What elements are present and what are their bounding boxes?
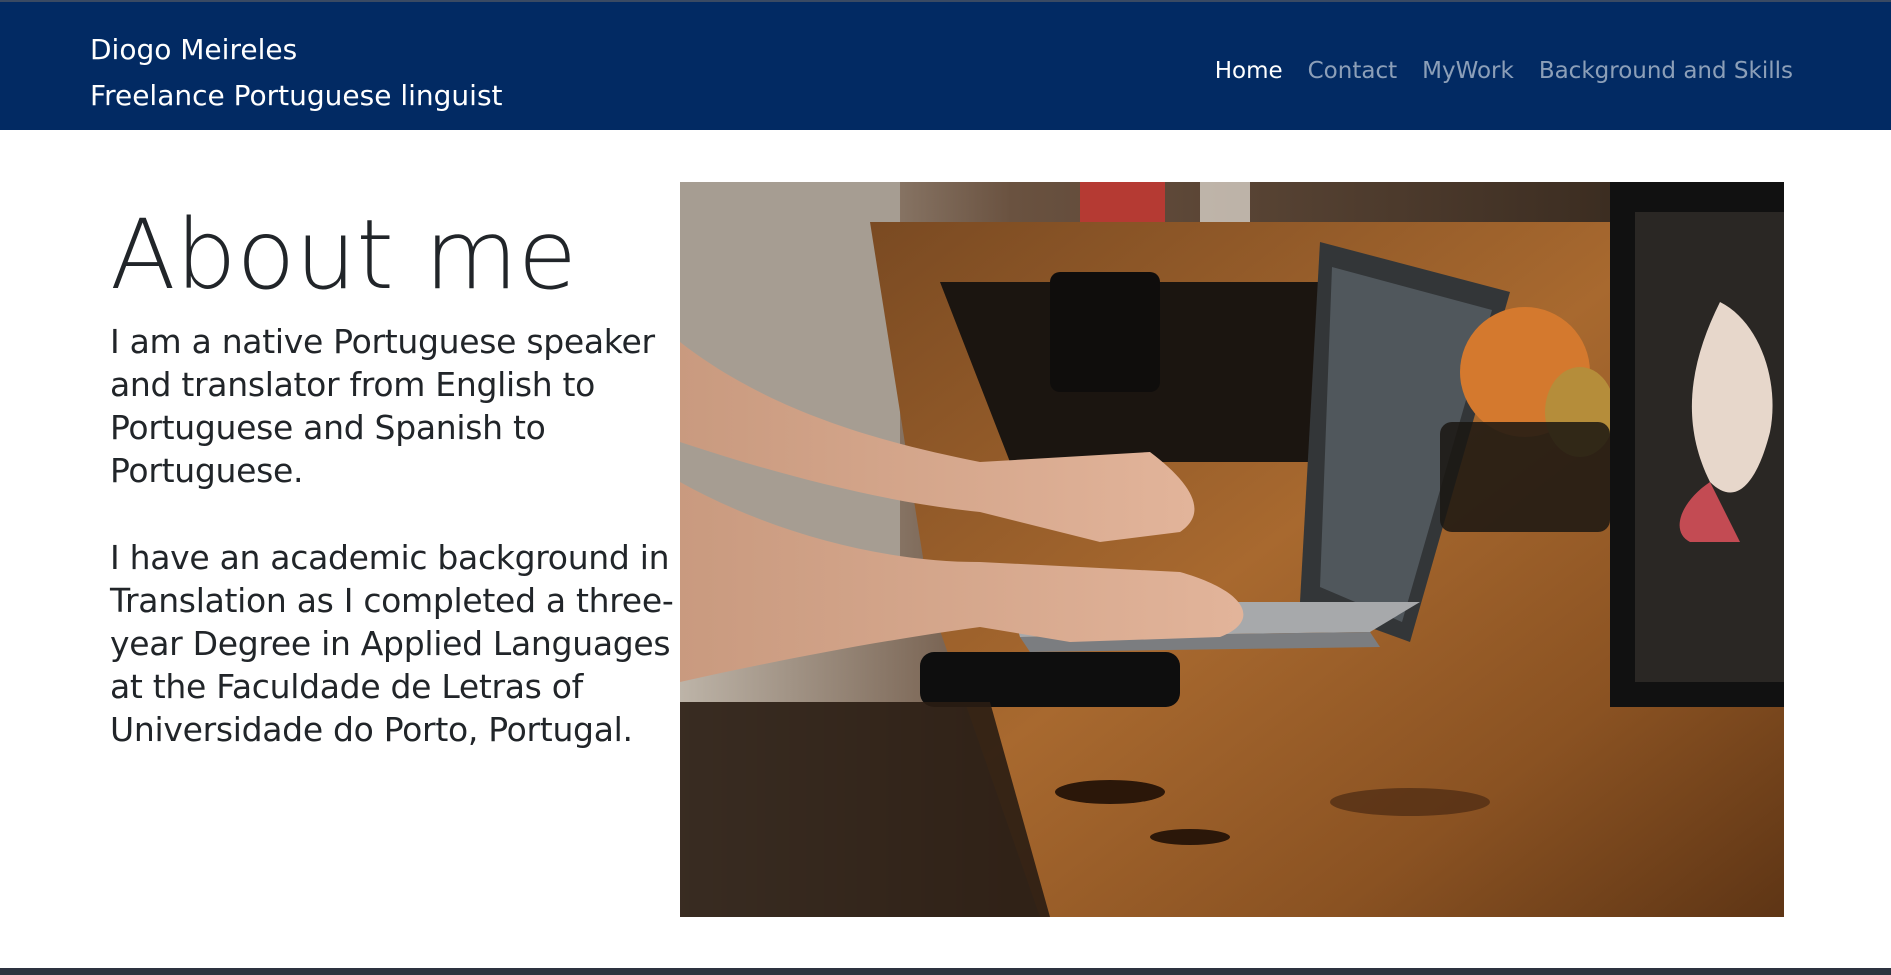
nav-item-home[interactable]: Home xyxy=(1215,54,1283,88)
about-section: About me I am a native Portuguese speake… xyxy=(110,200,680,751)
about-paragraph-academic-background: I have an academic background in Transla… xyxy=(110,538,674,749)
about-paragraph-native-speaker: I am a native Portuguese speaker and tra… xyxy=(110,322,655,490)
window-bottom-edge xyxy=(0,968,1891,975)
nav-item-mywork[interactable]: MyWork xyxy=(1422,54,1514,88)
laptop-typing-photo xyxy=(680,182,1784,917)
nav-item-background-and-skills[interactable]: Background and Skills xyxy=(1539,54,1793,88)
nav-item-contact[interactable]: Contact xyxy=(1308,54,1397,88)
about-heading: About me xyxy=(110,199,577,311)
brand-name[interactable]: Diogo Meireles xyxy=(90,27,503,73)
main-nav: Home Contact MyWork Background and Skill… xyxy=(1215,54,1793,88)
brand[interactable]: Diogo Meireles Freelance Portuguese ling… xyxy=(90,27,503,119)
brand-tagline[interactable]: Freelance Portuguese linguist xyxy=(90,73,503,119)
navbar: Diogo Meireles Freelance Portuguese ling… xyxy=(0,2,1891,130)
